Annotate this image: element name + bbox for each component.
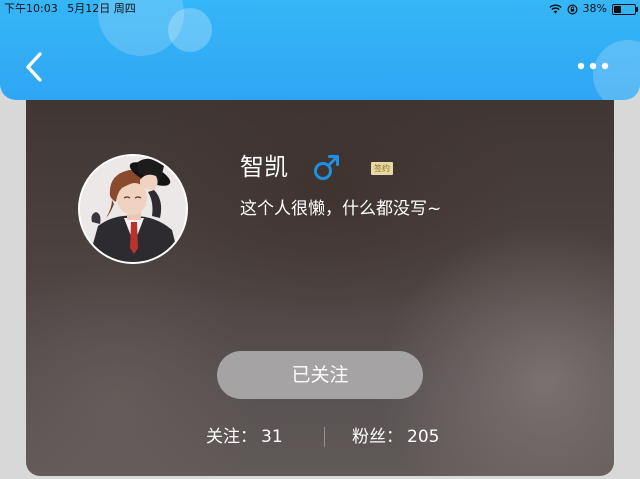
followers-label: 粉丝： <box>352 427 403 447</box>
following-label: 关注： <box>206 427 257 447</box>
stats-bar: 关注： 31 粉丝： 205 <box>26 422 614 452</box>
signed-badge: 签约 <box>371 162 393 175</box>
followers-count: 205 <box>407 427 440 447</box>
following-count: 31 <box>261 427 283 447</box>
battery-icon <box>612 3 638 15</box>
back-button[interactable] <box>20 50 50 84</box>
status-bar: 下午10:03 5月12日 周四 38% <box>0 0 640 18</box>
user-signature: 这个人很懒，什么都没写~ <box>240 199 442 219</box>
avatar-illustration <box>80 156 186 262</box>
followed-button[interactable]: 已关注 <box>217 351 423 399</box>
male-icon <box>314 155 339 180</box>
wifi-icon <box>548 4 562 14</box>
status-date: 5月12日 周四 <box>67 2 136 15</box>
top-bar: 下午10:03 5月12日 周四 38% <box>0 0 640 100</box>
profile-card: 智凯 签约 这个人很懒，什么都没写~ 已关注 关注： 31 粉丝： 205 <box>26 80 614 476</box>
more-dots-icon <box>577 62 609 70</box>
battery-percent: 38% <box>582 2 607 15</box>
user-name: 智凯 <box>240 153 288 181</box>
status-time: 下午10:03 <box>4 2 58 15</box>
following-stat[interactable]: 关注： 31 <box>206 422 283 452</box>
chevron-left-icon <box>26 52 42 82</box>
battery-level <box>614 5 621 13</box>
stats-divider <box>324 427 325 447</box>
followers-stat[interactable]: 粉丝： 205 <box>352 422 439 452</box>
orientation-lock-icon <box>567 3 578 15</box>
avatar[interactable] <box>78 154 188 264</box>
more-button[interactable] <box>574 58 614 74</box>
